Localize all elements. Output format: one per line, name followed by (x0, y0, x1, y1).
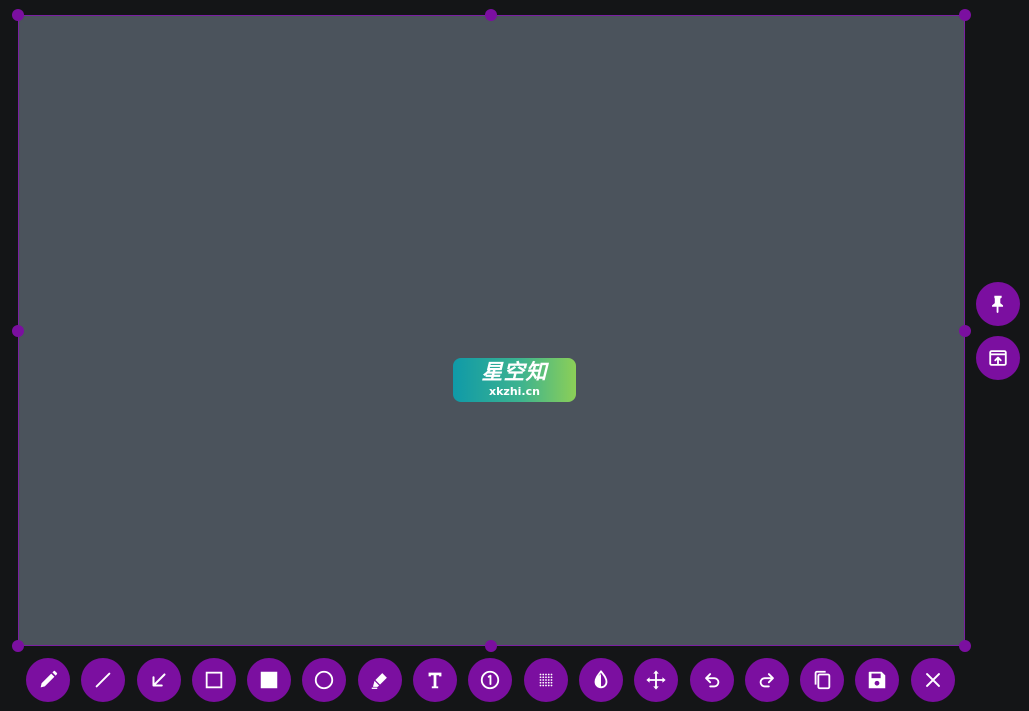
copy-icon (814, 670, 831, 690)
counter-icon (481, 670, 500, 690)
resize-handle-top-right[interactable] (959, 9, 971, 21)
side-toolbar (976, 282, 1020, 390)
resize-handle-top-left[interactable] (12, 9, 24, 21)
filled-rectangle-icon (260, 671, 278, 689)
pin-icon (992, 295, 1004, 314)
annotation-toolbar (26, 658, 955, 702)
watermark-title: 星空知 (481, 360, 548, 384)
arrow-tool-button[interactable] (136, 658, 181, 702)
save-button[interactable] (855, 658, 900, 702)
pixelate-tool-button[interactable] (523, 658, 568, 702)
resize-handle-bottom-right[interactable] (959, 640, 971, 652)
undo-button[interactable] (689, 658, 734, 702)
invert-icon (594, 670, 608, 689)
move-icon (646, 670, 666, 690)
site-watermark-logo: 星空知 xkzhi.cn (453, 358, 576, 402)
rectangle-icon (205, 671, 223, 689)
line-icon (95, 672, 111, 688)
marker-tool-button[interactable] (357, 658, 402, 702)
rectangle-tool-button[interactable] (191, 658, 236, 702)
line-tool-button[interactable] (81, 658, 126, 702)
close-button[interactable] (910, 658, 955, 702)
move-tool-button[interactable] (634, 658, 679, 702)
pencil-tool-button[interactable] (26, 658, 70, 702)
circle-tool-button[interactable] (302, 658, 347, 702)
counter-tool-button[interactable] (468, 658, 513, 702)
arrow-icon (152, 673, 166, 687)
redo-icon (759, 673, 774, 688)
redo-button[interactable] (744, 658, 789, 702)
circle-icon (315, 670, 334, 690)
screenshot-capture-screen: 星空知 xkzhi.cn (0, 0, 1029, 711)
text-tool-button[interactable] (413, 658, 458, 702)
upload-window-icon (989, 350, 1007, 366)
watermark-subtitle: xkzhi.cn (489, 385, 540, 398)
resize-handle-bottom[interactable] (485, 640, 497, 652)
pixelate-icon (539, 673, 553, 687)
upload-button[interactable] (976, 336, 1020, 380)
copy-button[interactable] (800, 658, 845, 702)
capture-selection-area[interactable] (18, 15, 965, 646)
invert-tool-button[interactable] (578, 658, 623, 702)
marker-icon (371, 673, 387, 689)
resize-handle-bottom-left[interactable] (12, 640, 24, 652)
close-icon (925, 673, 940, 687)
filled-rectangle-tool-button[interactable] (247, 658, 292, 702)
resize-handle-left[interactable] (12, 325, 24, 337)
resize-handle-right[interactable] (959, 325, 971, 337)
pencil-icon (40, 670, 58, 688)
save-icon (869, 671, 886, 689)
resize-handle-top[interactable] (485, 9, 497, 21)
pin-button[interactable] (976, 282, 1020, 326)
text-icon (428, 672, 442, 689)
undo-icon (704, 673, 719, 688)
